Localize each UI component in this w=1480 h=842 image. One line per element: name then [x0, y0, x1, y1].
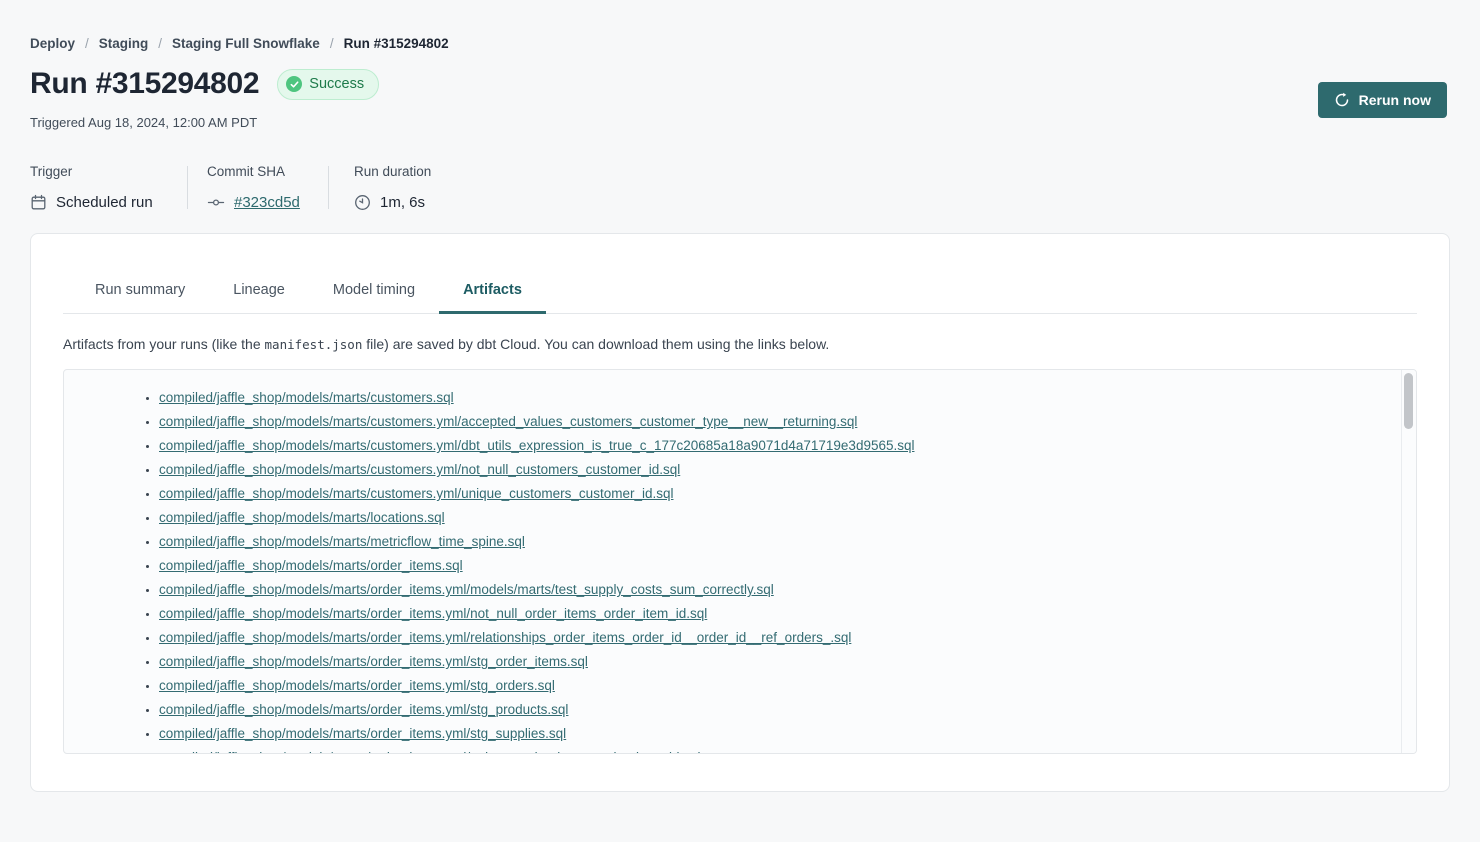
trigger-value: Scheduled run	[56, 194, 153, 211]
artifact-file-link[interactable]: compiled/jaffle_shop/models/marts/order_…	[159, 726, 566, 741]
artifact-file-item: compiled/jaffle_shop/models/marts/order_…	[159, 602, 1401, 626]
artifact-file-item: compiled/jaffle_shop/models/marts/order_…	[159, 554, 1401, 578]
breadcrumb-deploy[interactable]: Deploy	[30, 36, 75, 51]
duration-value: 1m, 6s	[380, 194, 425, 211]
artifacts-description: Artifacts from your runs (like the manif…	[63, 336, 1417, 352]
clock-icon	[354, 194, 371, 211]
artifact-file-link[interactable]: compiled/jaffle_shop/models/marts/custom…	[159, 438, 915, 453]
run-detail-page: Deploy / Staging / Staging Full Snowflak…	[0, 0, 1480, 792]
artifact-file-link[interactable]: compiled/jaffle_shop/models/marts/order_…	[159, 630, 851, 645]
scrollbar-thumb[interactable]	[1404, 373, 1413, 429]
artifact-file-item: compiled/jaffle_shop/models/marts/custom…	[159, 482, 1401, 506]
artifact-file-link[interactable]: compiled/jaffle_shop/models/marts/order_…	[159, 606, 707, 621]
tab[interactable]: Lineage	[209, 282, 309, 313]
duration-label: Run duration	[354, 164, 431, 179]
duration-info: Run duration 1m, 6s	[329, 164, 431, 211]
refresh-icon	[1334, 92, 1350, 108]
artifact-file-item: compiled/jaffle_shop/models/marts/metric…	[159, 530, 1401, 554]
run-detail-card: Run summary Lineage Model timing Artifac…	[30, 233, 1450, 792]
breadcrumb-separator: /	[158, 36, 162, 51]
calendar-icon	[30, 194, 47, 211]
artifact-file-link[interactable]: compiled/jaffle_shop/models/marts/custom…	[159, 462, 680, 477]
artifact-file-link[interactable]: compiled/jaffle_shop/models/marts/order_…	[159, 582, 774, 597]
commit-info: Commit SHA #323cd5d	[188, 164, 328, 211]
artifact-file-item: compiled/jaffle_shop/models/marts/order_…	[159, 674, 1401, 698]
artifact-file-item: compiled/jaffle_shop/models/marts/locati…	[159, 506, 1401, 530]
artifact-file-item: compiled/jaffle_shop/models/marts/order_…	[159, 650, 1401, 674]
artifact-file-link[interactable]: compiled/jaffle_shop/models/marts/order_…	[159, 654, 588, 669]
artifact-file-link[interactable]: compiled/jaffle_shop/models/marts/order_…	[159, 678, 555, 693]
rerun-button-label: Rerun now	[1359, 92, 1431, 108]
success-check-icon	[286, 76, 302, 92]
artifact-file-item: compiled/jaffle_shop/models/marts/custom…	[159, 434, 1401, 458]
artifact-file-item: compiled/jaffle_shop/models/marts/order_…	[159, 746, 1401, 753]
artifact-file-scroll-area: compiled/jaffle_shop/models/marts/custom…	[64, 370, 1401, 753]
tab[interactable]: Model timing	[309, 282, 439, 313]
scrollbar-track[interactable]	[1401, 370, 1416, 753]
title-row: Run #315294802 Success	[30, 67, 1450, 101]
artifact-file-panel: compiled/jaffle_shop/models/marts/custom…	[63, 369, 1417, 754]
page-title: Run #315294802	[30, 67, 259, 101]
breadcrumb-separator: /	[330, 36, 334, 51]
breadcrumb: Deploy / Staging / Staging Full Snowflak…	[30, 0, 1450, 51]
artifact-file-item: compiled/jaffle_shop/models/marts/order_…	[159, 698, 1401, 722]
artifact-file-link[interactable]: compiled/jaffle_shop/models/marts/order_…	[159, 702, 568, 717]
artifact-file-link[interactable]: compiled/jaffle_shop/models/marts/custom…	[159, 414, 857, 429]
artifact-file-link[interactable]: compiled/jaffle_shop/models/marts/order_…	[159, 750, 701, 753]
artifact-file-item: compiled/jaffle_shop/models/marts/order_…	[159, 578, 1401, 602]
tab-bar: Run summary Lineage Model timing Artifac…	[63, 282, 1417, 314]
commit-label: Commit SHA	[207, 164, 328, 179]
artifact-file-link[interactable]: compiled/jaffle_shop/models/marts/locati…	[159, 510, 445, 525]
breadcrumb-separator: /	[85, 36, 89, 51]
artifact-file-item: compiled/jaffle_shop/models/marts/custom…	[159, 386, 1401, 410]
tab[interactable]: Run summary	[71, 282, 209, 313]
artifact-file-link[interactable]: compiled/jaffle_shop/models/marts/order_…	[159, 558, 463, 573]
trigger-info: Trigger Scheduled run	[30, 164, 187, 211]
commit-sha-link[interactable]: #323cd5d	[234, 194, 300, 211]
artifact-file-link[interactable]: compiled/jaffle_shop/models/marts/custom…	[159, 390, 454, 405]
artifact-file-list: compiled/jaffle_shop/models/marts/custom…	[64, 386, 1401, 753]
status-badge: Success	[277, 69, 379, 100]
triggered-timestamp: Triggered Aug 18, 2024, 12:00 AM PDT	[30, 115, 1450, 130]
artifact-file-item: compiled/jaffle_shop/models/marts/custom…	[159, 458, 1401, 482]
git-commit-icon	[207, 194, 225, 211]
status-badge-label: Success	[309, 76, 364, 92]
manifest-json-code: manifest.json	[265, 337, 363, 352]
artifact-file-item: compiled/jaffle_shop/models/marts/order_…	[159, 626, 1401, 650]
artifact-file-link[interactable]: compiled/jaffle_shop/models/marts/metric…	[159, 534, 525, 549]
breadcrumb-current-run: Run #315294802	[344, 36, 449, 51]
artifact-file-item: compiled/jaffle_shop/models/marts/custom…	[159, 410, 1401, 434]
breadcrumb-staging[interactable]: Staging	[99, 36, 149, 51]
breadcrumb-job[interactable]: Staging Full Snowflake	[172, 36, 320, 51]
trigger-label: Trigger	[30, 164, 187, 179]
tab[interactable]: Artifacts	[439, 282, 546, 313]
run-info-row: Trigger Scheduled run Commit SHA	[30, 164, 1450, 211]
artifact-file-item: compiled/jaffle_shop/models/marts/order_…	[159, 722, 1401, 746]
artifact-file-link[interactable]: compiled/jaffle_shop/models/marts/custom…	[159, 486, 673, 501]
rerun-now-button[interactable]: Rerun now	[1318, 82, 1447, 118]
